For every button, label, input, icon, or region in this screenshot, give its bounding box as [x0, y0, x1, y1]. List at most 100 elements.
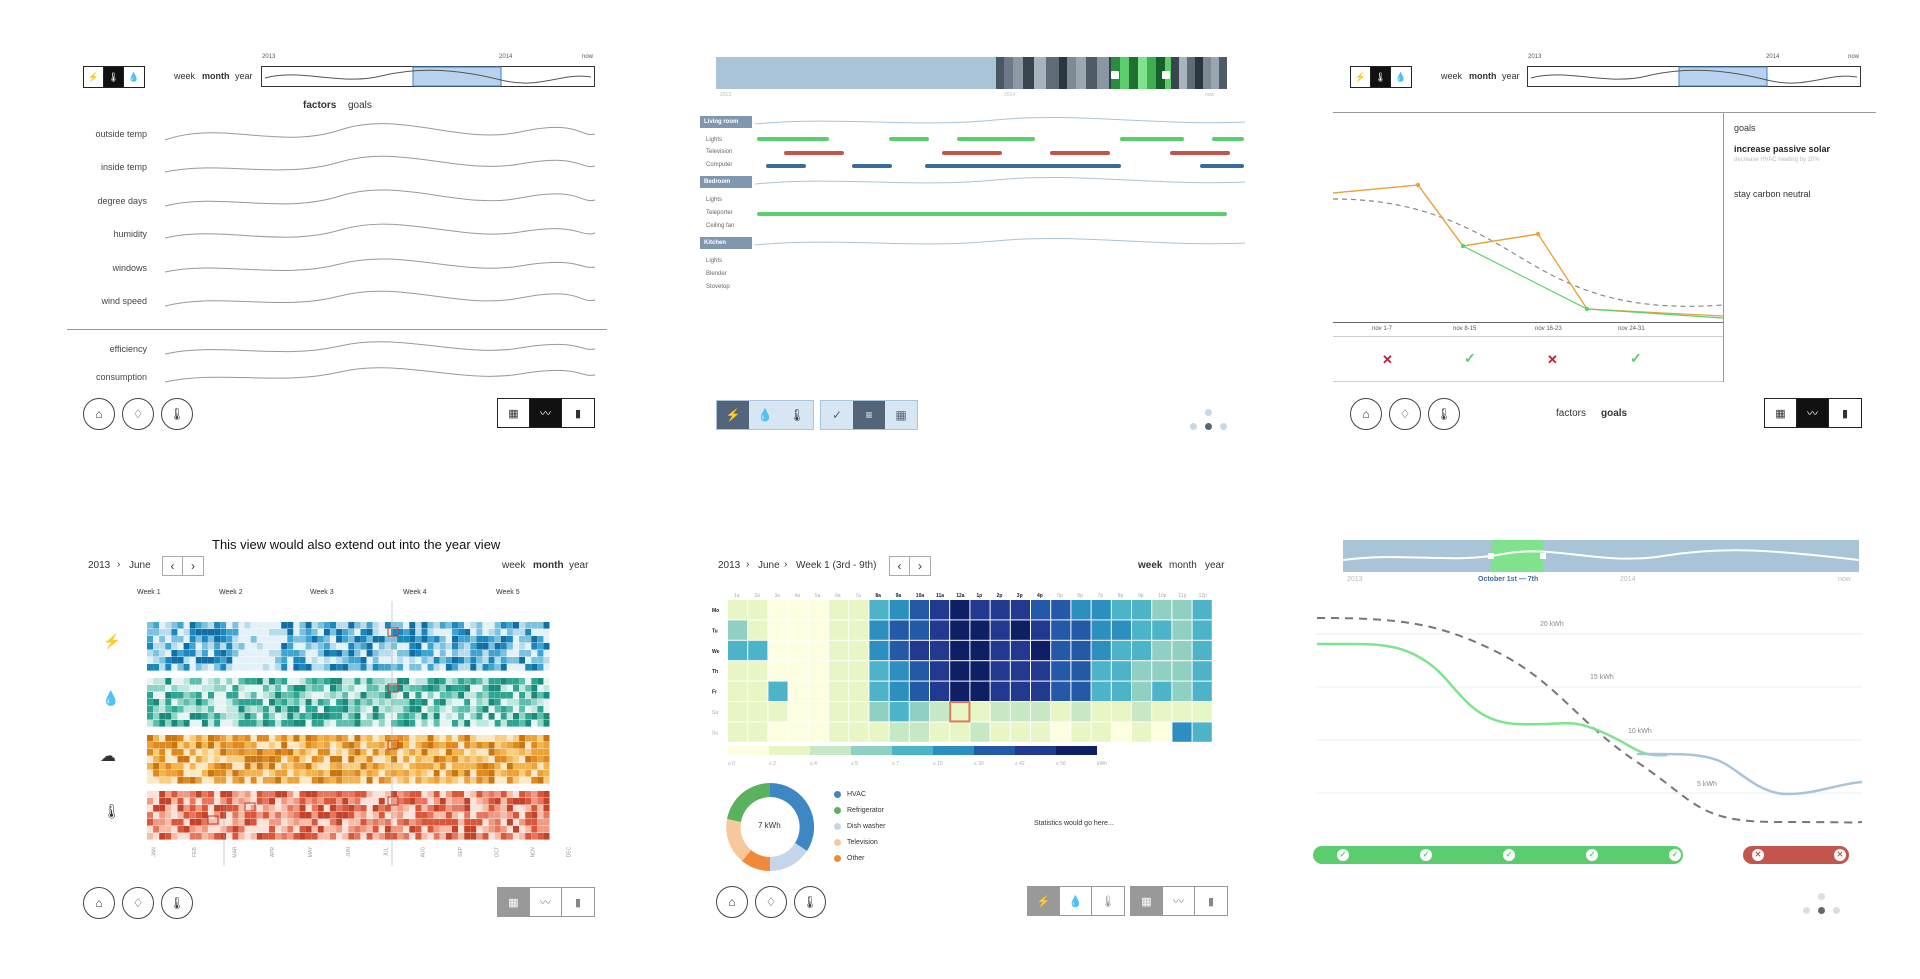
usage-bar[interactable]: [852, 164, 892, 168]
page-dot-active[interactable]: [1818, 907, 1825, 914]
grid-icon[interactable]: ▦: [1131, 887, 1163, 915]
usage-bar[interactable]: [1170, 151, 1230, 155]
page-dot[interactable]: [1205, 409, 1212, 416]
legend-item[interactable]: Refrigerator: [834, 802, 886, 818]
page-dot-active[interactable]: [1205, 423, 1212, 430]
room-header[interactable]: Bedroom: [700, 176, 752, 188]
usage-bar[interactable]: [784, 151, 844, 155]
usage-bar[interactable]: [1200, 164, 1244, 168]
thermometer-icon[interactable]: 🌡: [1428, 398, 1460, 430]
thermometer-icon[interactable]: 🌡: [161, 398, 193, 430]
usage-bar[interactable]: [957, 137, 1035, 141]
thermometer-icon[interactable]: 🌡: [161, 887, 193, 919]
period-week[interactable]: week: [502, 560, 525, 571]
timeline-brush[interactable]: [261, 66, 595, 88]
usage-bar[interactable]: [757, 212, 1227, 216]
period-year[interactable]: year: [569, 560, 588, 571]
period-year[interactable]: year: [235, 71, 253, 81]
tab-factors[interactable]: factors: [303, 100, 336, 111]
bulb-icon[interactable]: ♢: [122, 887, 154, 919]
drop-icon[interactable]: 💧: [749, 401, 781, 429]
page-dot[interactable]: [1803, 907, 1810, 914]
crumb-year[interactable]: 2013: [718, 560, 740, 571]
crumb-year[interactable]: 2013: [88, 560, 110, 571]
bar-chart-icon[interactable]: ▮: [562, 399, 594, 427]
home-icon[interactable]: ⌂: [1350, 398, 1382, 430]
legend-item[interactable]: HVAC: [834, 786, 886, 802]
period-week[interactable]: week: [1441, 71, 1462, 81]
next-button[interactable]: ›: [183, 557, 203, 575]
line-chart-icon[interactable]: 〰: [530, 399, 562, 427]
tab-goals[interactable]: goals: [1601, 408, 1627, 419]
usage-bar[interactable]: [1050, 151, 1110, 155]
line-chart-icon[interactable]: 〰: [1797, 399, 1829, 427]
crumb-week[interactable]: Week 1 (3rd - 9th): [796, 560, 876, 571]
period-month[interactable]: month: [1469, 71, 1497, 81]
tab-factors[interactable]: factors: [1556, 408, 1586, 419]
thermometer-icon[interactable]: 🌡: [1371, 67, 1391, 87]
legend-item[interactable]: Dish washer: [834, 818, 886, 834]
page-dot[interactable]: [1190, 423, 1197, 430]
room-header[interactable]: Living room: [700, 116, 752, 128]
period-week[interactable]: week: [174, 71, 195, 81]
cloud-icon[interactable]: ☁: [100, 746, 116, 766]
lightning-icon[interactable]: ⚡: [1028, 887, 1060, 915]
usage-bar[interactable]: [942, 151, 1002, 155]
bar-chart-icon[interactable]: ▮: [562, 888, 594, 916]
period-month[interactable]: month: [202, 71, 230, 81]
crumb-month[interactable]: June: [758, 560, 780, 571]
drop-icon[interactable]: 💧: [1391, 67, 1411, 87]
lightning-icon[interactable]: ⚡: [717, 401, 749, 429]
home-icon[interactable]: ⌂: [716, 886, 748, 918]
usage-bar[interactable]: [1212, 137, 1244, 141]
period-year[interactable]: year: [1502, 71, 1520, 81]
room-header[interactable]: Kitchen: [700, 237, 752, 249]
grid-icon[interactable]: ▦: [498, 399, 530, 427]
goal-item[interactable]: increase passive solar: [1734, 144, 1830, 154]
usage-bar[interactable]: [1120, 137, 1184, 141]
check-icon[interactable]: ✓: [1420, 849, 1432, 861]
drop-icon[interactable]: 💧: [124, 67, 144, 87]
bulb-icon[interactable]: ♢: [122, 398, 154, 430]
prev-button[interactable]: ‹: [163, 557, 183, 575]
thermometer-icon[interactable]: 🌡: [104, 67, 124, 87]
usage-bar[interactable]: [757, 137, 829, 141]
home-icon[interactable]: ⌂: [83, 398, 115, 430]
page-dot[interactable]: [1220, 423, 1227, 430]
crumb-month[interactable]: June: [129, 560, 151, 571]
legend-item[interactable]: Other: [834, 850, 886, 866]
usage-bar[interactable]: [766, 164, 806, 168]
close-icon[interactable]: ✕: [1752, 849, 1764, 861]
list-icon[interactable]: ≡: [853, 401, 885, 429]
drop-icon[interactable]: 💧: [102, 690, 119, 707]
period-year[interactable]: year: [1205, 560, 1224, 571]
thermometer-icon[interactable]: 🌡: [781, 401, 813, 429]
close-icon[interactable]: ✕: [1834, 849, 1846, 861]
month-heatmap[interactable]: [139, 601, 589, 866]
lightning-icon[interactable]: ⚡: [1351, 67, 1371, 87]
line-chart-icon[interactable]: 〰: [1163, 887, 1195, 915]
thermometer-icon[interactable]: 🌡: [794, 886, 826, 918]
thermometer-icon[interactable]: 🌡: [1092, 887, 1124, 915]
grid-icon[interactable]: ▦: [885, 401, 917, 429]
goal-item[interactable]: stay carbon neutral: [1734, 189, 1811, 199]
page-dot[interactable]: [1818, 893, 1825, 900]
drop-icon[interactable]: 💧: [1060, 887, 1092, 915]
grid-icon[interactable]: ▦: [498, 888, 530, 916]
thermometer-icon[interactable]: 🌡: [103, 803, 121, 820]
legend-item[interactable]: Television: [834, 834, 886, 850]
grid-icon[interactable]: ▦: [1765, 399, 1797, 427]
period-week[interactable]: week: [1138, 560, 1162, 571]
period-month[interactable]: month: [1169, 560, 1197, 571]
bar-chart-icon[interactable]: ▮: [1829, 399, 1861, 427]
timeline-heat[interactable]: [716, 57, 1227, 89]
page-dot[interactable]: [1833, 907, 1840, 914]
line-chart-icon[interactable]: 〰: [530, 888, 562, 916]
check-icon[interactable]: ✓: [1586, 849, 1598, 861]
check-icon[interactable]: ✓: [1669, 849, 1681, 861]
week-heatmap[interactable]: 1a 2a 3a 4a 5a 6a 7a 8a 9a 10a 11a 12a 1p 2p 3p 4p 5p 6p 7…: [712, 580, 1232, 768]
next-button[interactable]: ›: [910, 557, 930, 575]
prev-button[interactable]: ‹: [890, 557, 910, 575]
timeline-brush[interactable]: [1343, 540, 1859, 572]
tab-goals[interactable]: goals: [348, 100, 372, 111]
